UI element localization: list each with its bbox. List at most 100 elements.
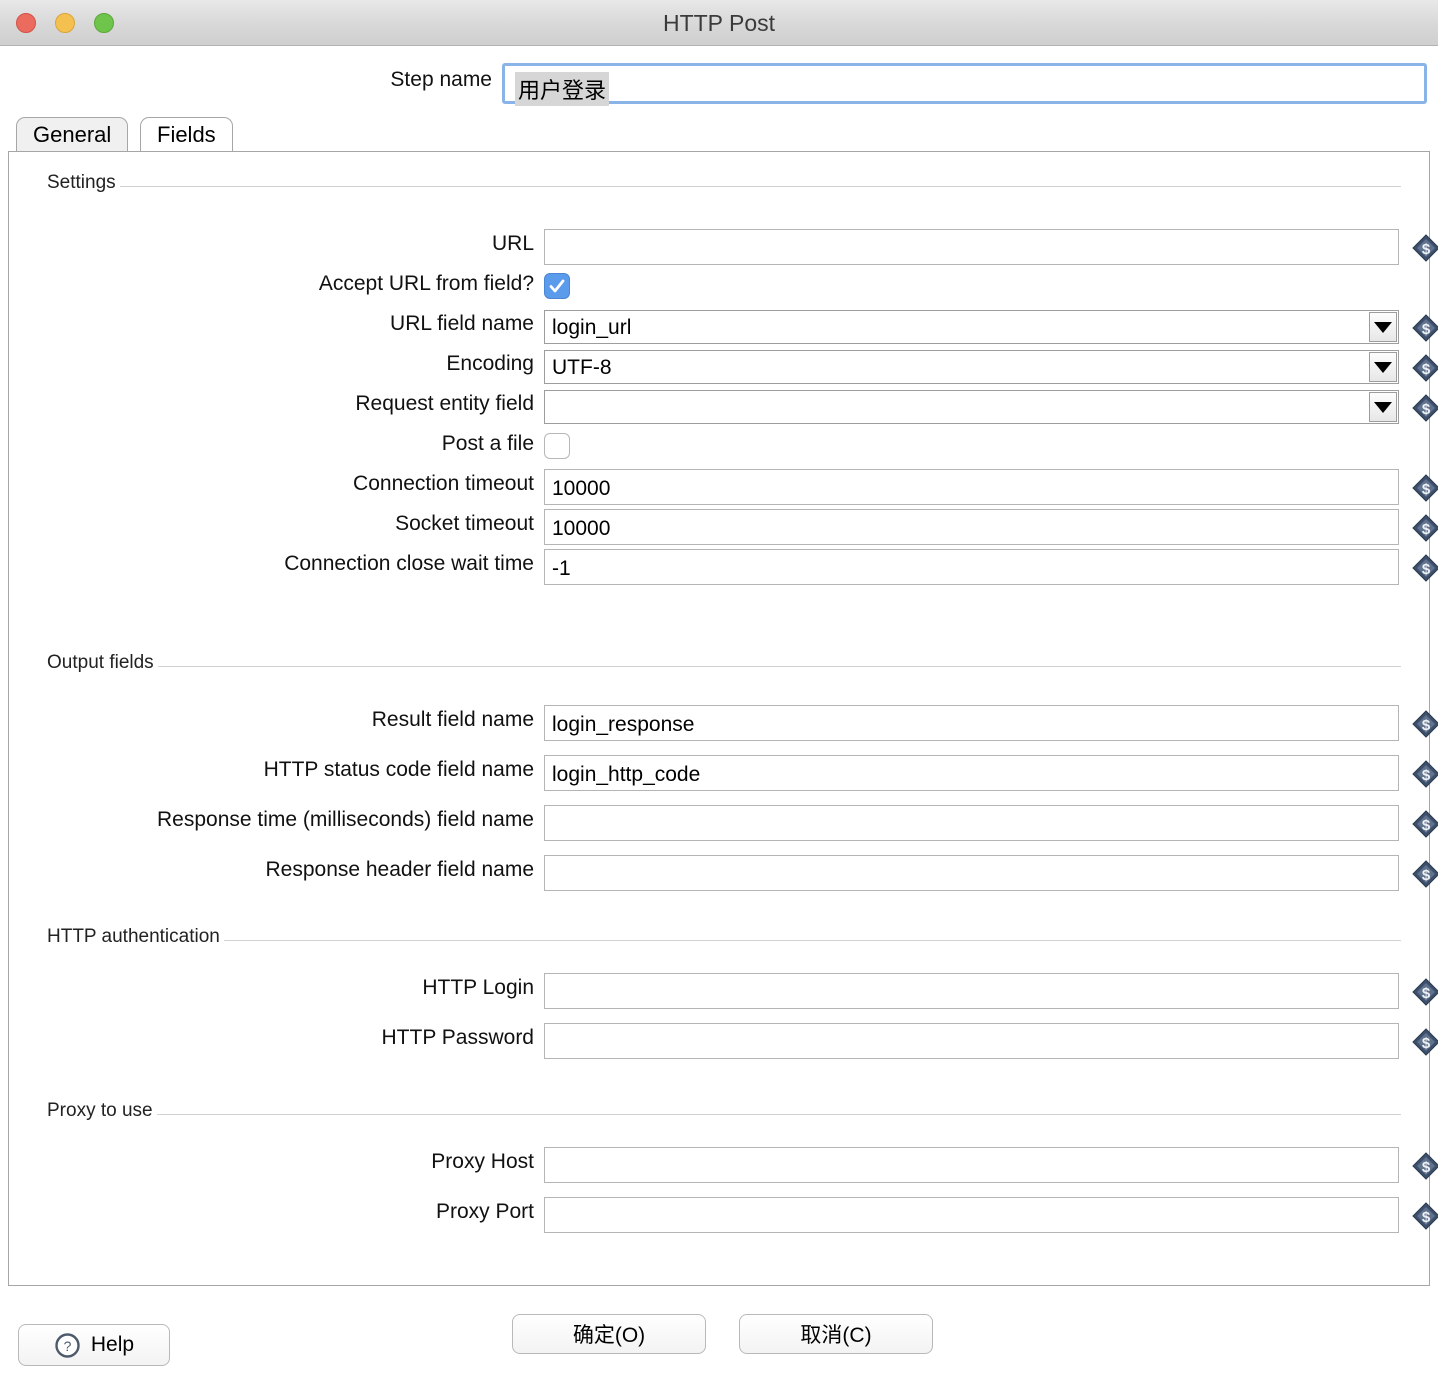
combobox-url-field-name[interactable]: login_url xyxy=(544,310,1399,344)
dollar-variable-icon[interactable]: $ xyxy=(1411,1152,1438,1185)
field-label: URL xyxy=(491,232,534,255)
svg-text:$: $ xyxy=(1422,481,1431,498)
form-row: Connection timeout 10000 $ xyxy=(49,469,1438,509)
input-response-header-field-name[interactable] xyxy=(544,855,1399,891)
window-titlebar: HTTP Post xyxy=(0,0,1438,46)
field-label: Connection close wait time xyxy=(284,552,534,575)
group-http-authentication: HTTP authentication HTTP Login $ HTTP Pa… xyxy=(29,926,1438,1076)
form-row: URL $ xyxy=(49,229,1438,269)
field-label: Connection timeout xyxy=(353,472,534,495)
form-row: Socket timeout 10000 $ xyxy=(49,509,1438,549)
dollar-variable-icon[interactable]: $ xyxy=(1411,710,1438,743)
group-output-fields-title: Output fields xyxy=(43,652,158,674)
field-label: Response time (milliseconds) field name xyxy=(157,808,534,831)
checkbox-accept-url-from-field[interactable] xyxy=(544,273,570,299)
variable-picker[interactable]: $ xyxy=(1411,393,1438,428)
step-name-label: Step name xyxy=(390,68,492,91)
variable-picker[interactable]: $ xyxy=(1411,513,1438,548)
variable-picker[interactable]: $ xyxy=(1411,553,1438,588)
dollar-variable-icon[interactable]: $ xyxy=(1411,978,1438,1011)
tab-bar: General Fields xyxy=(8,117,1432,153)
input-connection-close-wait-time[interactable]: -1 xyxy=(544,549,1399,585)
dollar-variable-icon[interactable]: $ xyxy=(1411,810,1438,843)
combobox-encoding[interactable]: UTF-8 xyxy=(544,350,1399,384)
dollar-variable-icon[interactable]: $ xyxy=(1411,514,1438,547)
variable-picker[interactable]: $ xyxy=(1411,759,1438,794)
form-row: Response time (milliseconds) field name … xyxy=(49,805,1438,845)
input-proxy-host[interactable] xyxy=(544,1147,1399,1183)
field-label: Result field name xyxy=(371,708,534,731)
svg-text:$: $ xyxy=(1422,321,1431,338)
help-button[interactable]: ? Help xyxy=(18,1324,170,1366)
dollar-variable-icon[interactable]: $ xyxy=(1411,1202,1438,1235)
dollar-variable-icon[interactable]: $ xyxy=(1411,554,1438,587)
combobox-request-entity-field[interactable] xyxy=(544,390,1399,424)
cancel-button[interactable]: 取消(C) xyxy=(739,1314,933,1354)
dollar-variable-icon[interactable]: $ xyxy=(1411,760,1438,793)
field-label: Proxy Port xyxy=(435,1200,534,1223)
variable-picker[interactable]: $ xyxy=(1411,233,1438,268)
input-socket-timeout[interactable]: 10000 xyxy=(544,509,1399,545)
form-row: Request entity field $ xyxy=(49,389,1438,429)
variable-picker[interactable]: $ xyxy=(1411,1027,1438,1062)
svg-text:$: $ xyxy=(1422,1209,1431,1226)
svg-text:?: ? xyxy=(63,1338,71,1354)
svg-text:$: $ xyxy=(1422,767,1431,784)
dollar-variable-icon[interactable]: $ xyxy=(1411,314,1438,347)
input-connection-timeout[interactable]: 10000 xyxy=(544,469,1399,505)
variable-picker[interactable]: $ xyxy=(1411,353,1438,388)
field-label: Request entity field xyxy=(355,392,534,415)
form-row: URL field name login_url $ xyxy=(49,309,1438,349)
variable-picker[interactable]: $ xyxy=(1411,859,1438,894)
group-http-authentication-title: HTTP authentication xyxy=(43,926,224,948)
svg-text:$: $ xyxy=(1422,1035,1431,1052)
group-output-fields-body: Result field name login_response $ HTTP s… xyxy=(49,666,1438,891)
dollar-variable-icon[interactable]: $ xyxy=(1411,354,1438,387)
tab-general[interactable]: General xyxy=(16,117,129,153)
variable-picker[interactable]: $ xyxy=(1411,1151,1438,1186)
chevron-down-icon[interactable] xyxy=(1369,352,1397,382)
dollar-variable-icon[interactable]: $ xyxy=(1411,234,1438,267)
input-response-time-milliseconds-field-name[interactable] xyxy=(544,805,1399,841)
variable-picker[interactable]: $ xyxy=(1411,977,1438,1012)
variable-picker[interactable]: $ xyxy=(1411,809,1438,844)
step-name-input[interactable]: 用户登录 xyxy=(502,63,1427,106)
field-label: HTTP Password xyxy=(381,1026,535,1049)
dollar-variable-icon[interactable]: $ xyxy=(1411,1028,1438,1061)
checkbox-post-a-file[interactable] xyxy=(544,433,570,459)
input-url[interactable] xyxy=(544,229,1399,265)
dollar-variable-icon[interactable]: $ xyxy=(1411,474,1438,507)
field-label: Socket timeout xyxy=(395,512,534,535)
variable-picker[interactable]: $ xyxy=(1411,473,1438,508)
form-row: HTTP Login $ xyxy=(49,973,1438,1013)
input-http-status-code-field-name[interactable]: login_http_code xyxy=(544,755,1399,791)
field-label: Response header field name xyxy=(265,858,534,881)
svg-text:$: $ xyxy=(1422,867,1431,884)
ok-button[interactable]: 确定(O) xyxy=(512,1314,706,1354)
chevron-down-icon[interactable] xyxy=(1369,312,1397,342)
form-row: Proxy Port $ xyxy=(49,1197,1438,1237)
window-title: HTTP Post xyxy=(662,10,776,36)
group-proxy-title: Proxy to use xyxy=(43,1100,157,1122)
variable-picker[interactable]: $ xyxy=(1411,709,1438,744)
variable-picker[interactable]: $ xyxy=(1411,313,1438,348)
input-http-password[interactable] xyxy=(544,1023,1399,1059)
svg-text:$: $ xyxy=(1422,241,1431,258)
svg-text:$: $ xyxy=(1422,361,1431,378)
dollar-variable-icon[interactable]: $ xyxy=(1411,394,1438,427)
input-proxy-port[interactable] xyxy=(544,1197,1399,1233)
group-settings-title: Settings xyxy=(43,172,120,194)
variable-picker[interactable]: $ xyxy=(1411,1201,1438,1236)
chevron-down-icon[interactable] xyxy=(1369,392,1397,422)
svg-text:$: $ xyxy=(1422,985,1431,1002)
input-result-field-name[interactable]: login_response xyxy=(544,705,1399,741)
form-row: Connection close wait time -1 $ xyxy=(49,549,1438,589)
field-label: Proxy Host xyxy=(431,1150,534,1173)
form-row: HTTP Password $ xyxy=(49,1023,1438,1063)
field-label: URL field name xyxy=(390,312,534,335)
svg-text:$: $ xyxy=(1422,561,1431,578)
tab-fields[interactable]: Fields xyxy=(140,117,233,153)
dollar-variable-icon[interactable]: $ xyxy=(1411,860,1438,893)
input-http-login[interactable] xyxy=(544,973,1399,1009)
field-label: Accept URL from field? xyxy=(318,272,534,295)
